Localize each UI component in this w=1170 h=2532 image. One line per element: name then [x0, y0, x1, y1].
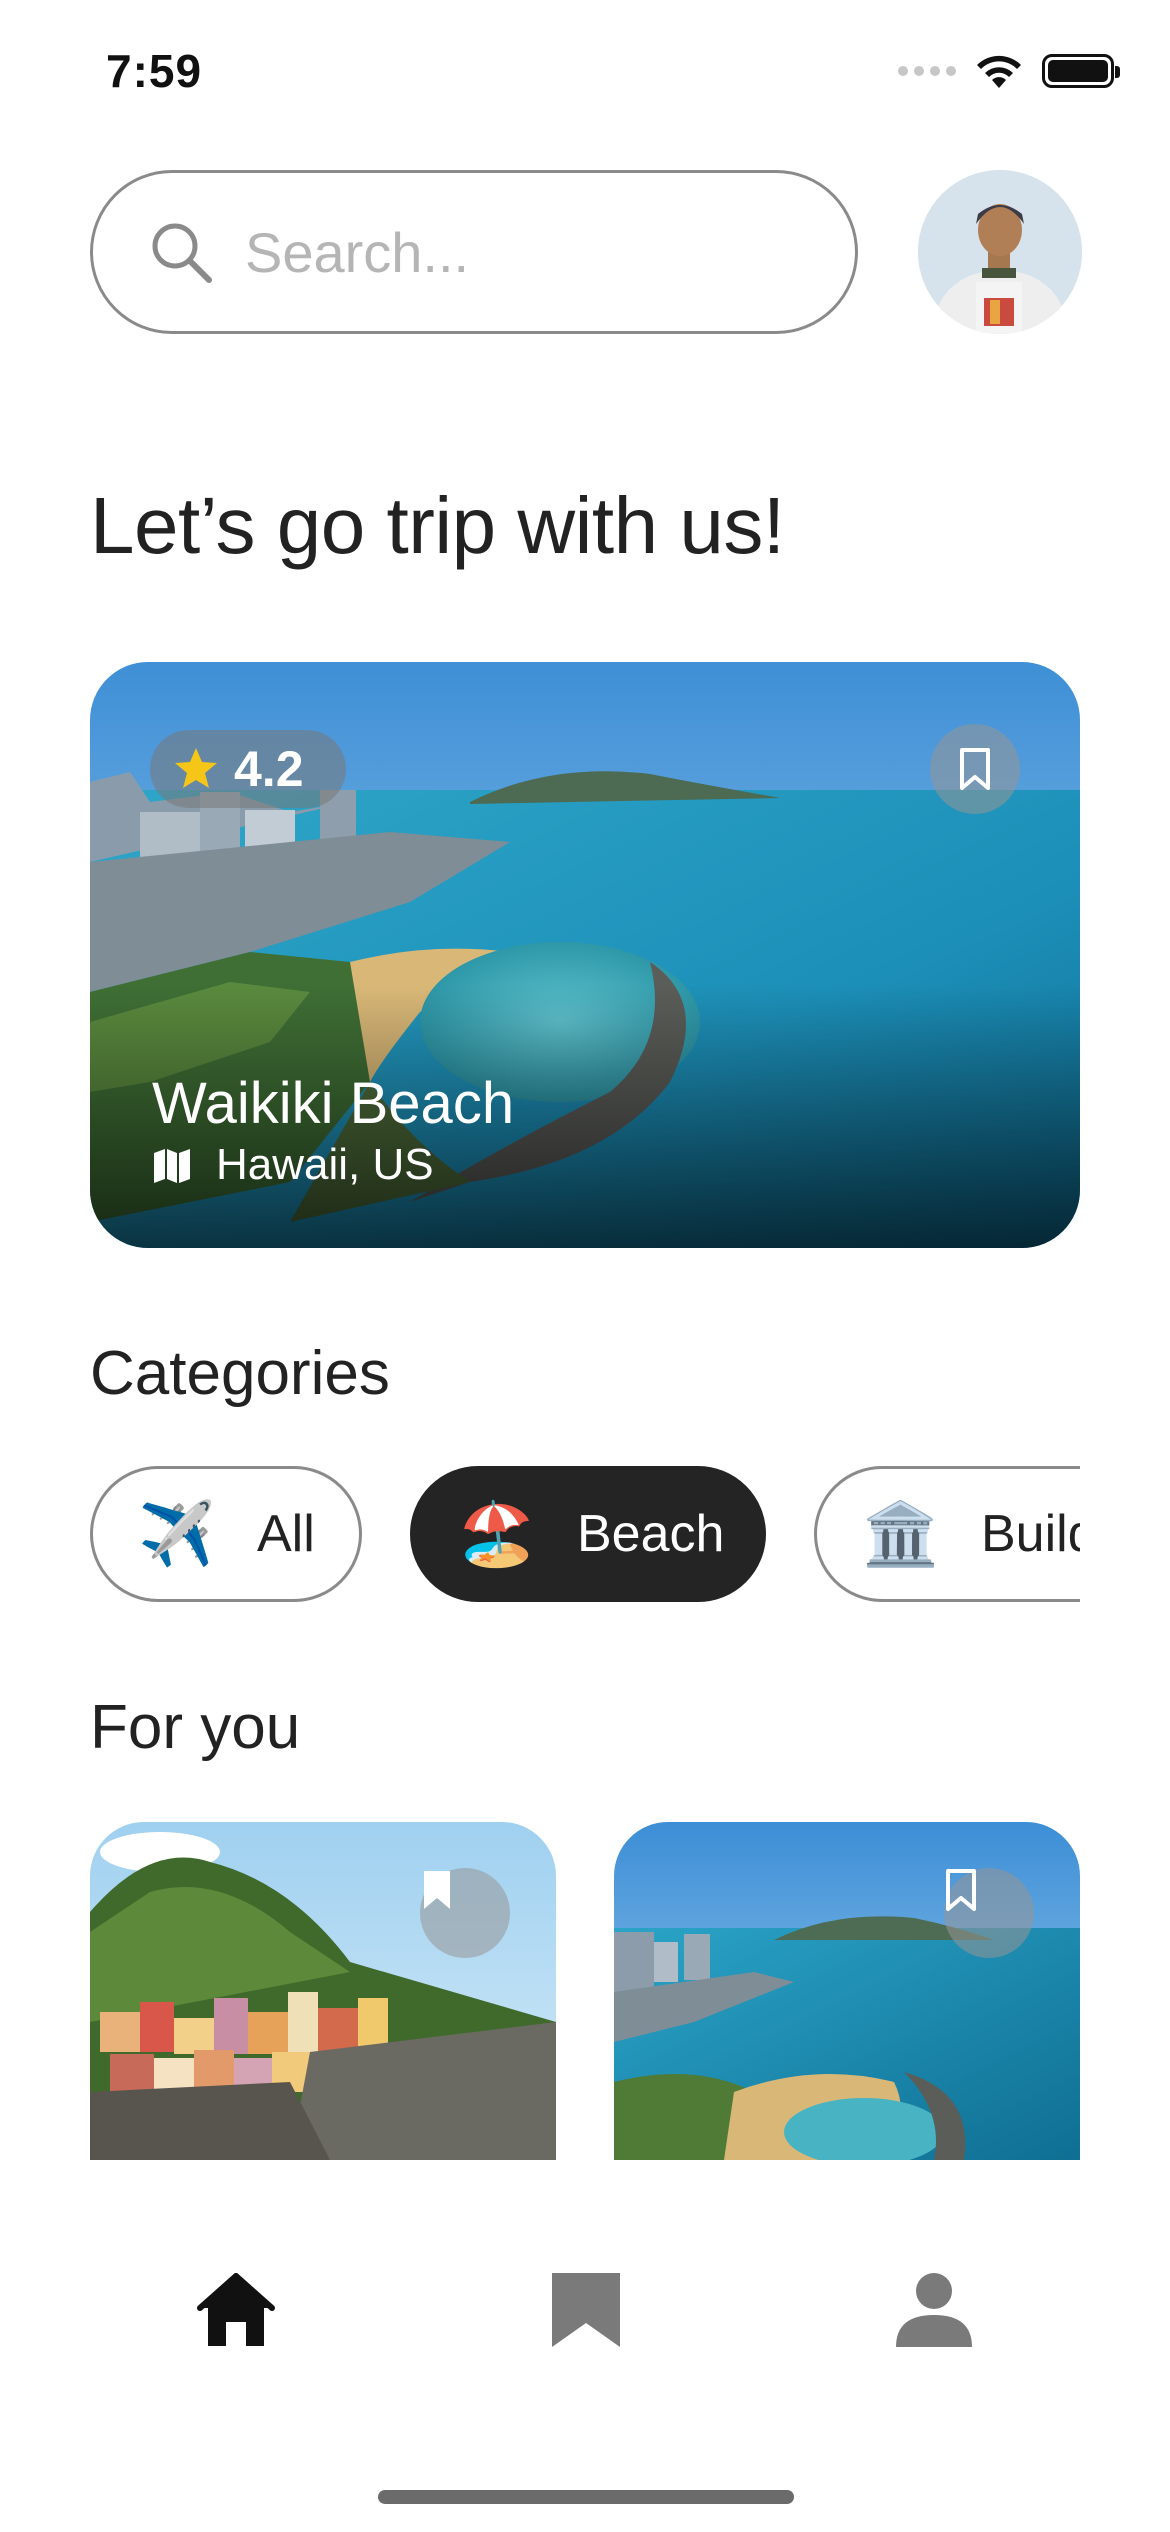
for-you-card[interactable] — [90, 1822, 556, 2160]
rating-badge: 4.2 — [150, 730, 346, 808]
home-indicator — [378, 2490, 794, 2504]
page-headline: Let’s go trip with us! — [90, 481, 785, 570]
tab-bar — [0, 2160, 1170, 2532]
rating-value: 4.2 — [234, 741, 304, 797]
status-icons — [898, 52, 1120, 90]
featured-destination-card[interactable]: 4.2 Waikiki Beach Hawaii, US — [90, 662, 1080, 1248]
categories-title: Categories — [90, 1339, 390, 1408]
tab-profile[interactable] — [884, 2260, 984, 2360]
home-icon — [197, 2273, 275, 2346]
bookmark-button[interactable] — [420, 1868, 510, 1958]
avatar[interactable] — [918, 170, 1082, 334]
category-chip-buildings[interactable]: 🏛️ Buildings — [814, 1466, 1080, 1602]
signal-icon — [898, 66, 956, 76]
category-label: Beach — [577, 1505, 725, 1563]
destination-location: Hawaii, US — [152, 1140, 434, 1190]
location-label: Hawaii, US — [216, 1140, 434, 1189]
status-time: 7:59 — [106, 45, 203, 97]
category-chip-beach[interactable]: 🏖️ Beach — [410, 1466, 766, 1602]
bookmark-button[interactable] — [944, 1868, 1034, 1958]
destination-title: Waikiki Beach — [152, 1071, 515, 1136]
tab-home[interactable] — [186, 2260, 286, 2360]
category-label: All — [257, 1505, 315, 1563]
avatar-photo — [918, 170, 1082, 334]
search-bar[interactable] — [90, 170, 858, 334]
for-you-title: For you — [90, 1693, 301, 1762]
airplane-icon: ✈️ — [138, 1499, 216, 1569]
category-chip-all[interactable]: ✈️ All — [90, 1466, 362, 1602]
bookmark-icon — [946, 1869, 976, 1911]
for-you-card[interactable] — [614, 1822, 1080, 2160]
search-icon — [152, 223, 212, 283]
status-bar: 7:59 — [0, 0, 1170, 150]
bookmark-button[interactable] — [930, 724, 1020, 814]
star-icon — [175, 748, 217, 788]
categories-scroller[interactable]: ✈️ All 🏖️ Beach 🏛️ Buildings — [90, 1466, 1080, 1606]
tab-saved[interactable] — [536, 2260, 636, 2360]
person-icon — [896, 2273, 972, 2347]
bookmark-icon — [424, 1871, 450, 1909]
map-icon — [154, 1149, 190, 1183]
classical-building-icon: 🏛️ — [862, 1499, 940, 1569]
battery-icon — [1042, 54, 1120, 88]
bookmark-icon — [552, 2273, 620, 2347]
search-input[interactable] — [245, 219, 805, 285]
wifi-icon — [977, 55, 1021, 88]
beach-umbrella-icon: 🏖️ — [458, 1499, 536, 1569]
bookmark-icon — [960, 748, 990, 790]
category-label: Buildings — [981, 1505, 1080, 1563]
